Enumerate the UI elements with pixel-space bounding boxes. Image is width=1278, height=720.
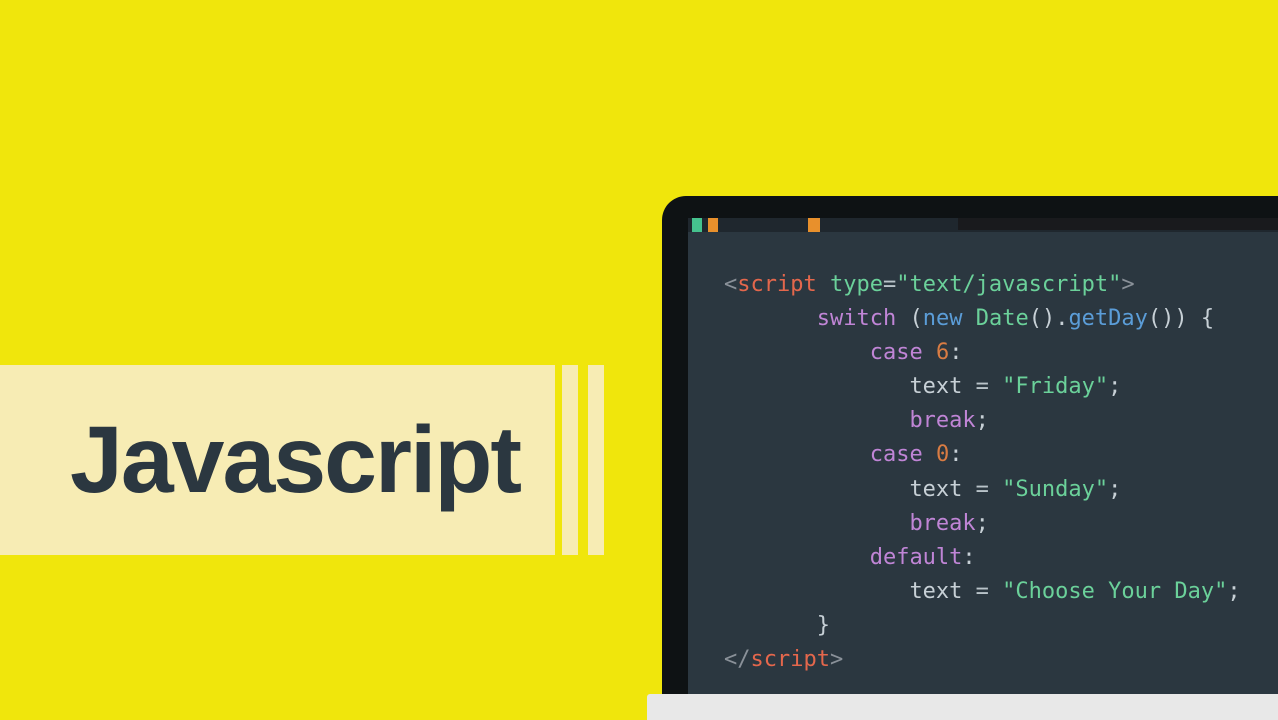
decorative-bar-2 bbox=[588, 365, 604, 555]
tab-indicator-orange bbox=[708, 218, 718, 232]
code-editor-screen: <script type="text/javascript"> switch (… bbox=[688, 218, 1278, 695]
title-text: Javascript bbox=[70, 406, 520, 515]
laptop-base bbox=[647, 694, 1278, 720]
tab-indicator-green bbox=[692, 218, 702, 232]
decorative-bar-1 bbox=[562, 365, 578, 555]
laptop-bezel: <script type="text/javascript"> switch (… bbox=[662, 196, 1278, 695]
editor-tabbar bbox=[688, 218, 1278, 232]
code-block: <script type="text/javascript"> switch (… bbox=[688, 232, 1278, 687]
tab-indicator-orange-2 bbox=[808, 218, 820, 232]
title-band: Javascript bbox=[0, 365, 555, 555]
laptop: <script type="text/javascript"> switch (… bbox=[662, 196, 1278, 720]
tabbar-dark-region bbox=[958, 218, 1278, 230]
